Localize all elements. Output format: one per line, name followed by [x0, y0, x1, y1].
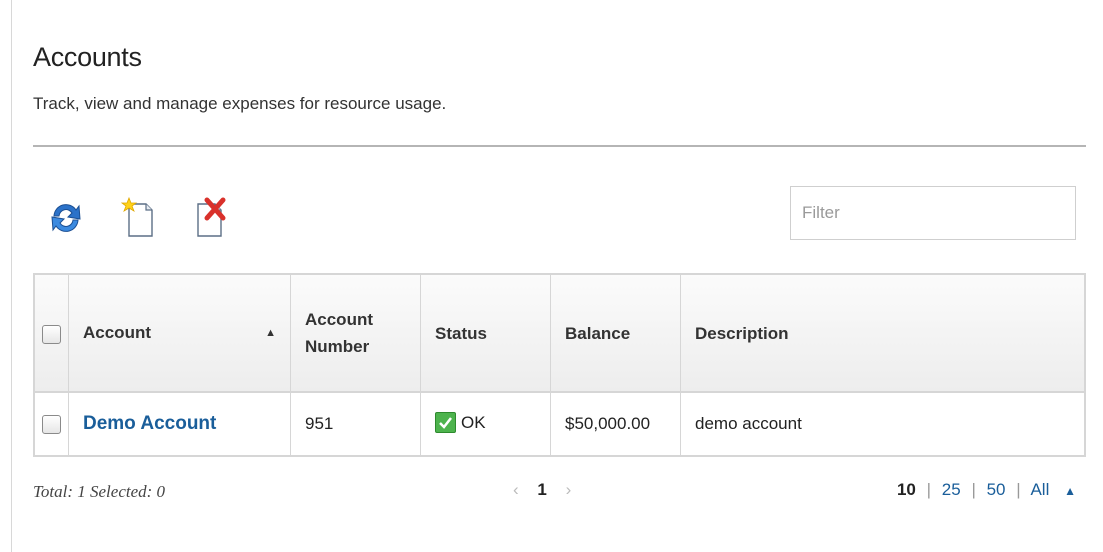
status-cell: OK	[420, 392, 551, 456]
status-text: OK	[461, 413, 486, 433]
accounts-table: Account ▲ Account Number Status Balance …	[33, 273, 1086, 457]
delete-button[interactable]	[193, 196, 229, 240]
scroll-to-top-icon[interactable]: ▲	[1064, 484, 1076, 498]
column-header-balance[interactable]: Balance	[550, 274, 681, 393]
page-title: Accounts	[33, 42, 142, 72]
column-label-account-number: Account Number	[305, 310, 373, 356]
page-size-10[interactable]: 10	[897, 480, 916, 499]
table-row: Demo Account 951 OK $50,000.00 demo acco…	[33, 392, 1085, 456]
sort-ascending-icon: ▲	[265, 327, 276, 339]
page-size-separator: |	[1016, 480, 1021, 499]
column-label-account: Account	[83, 323, 151, 342]
new-account-button[interactable]	[120, 196, 156, 240]
table-footer: Total: 1 Selected: 0 ‹ 1 › 10 | 25 | 50 …	[33, 480, 1086, 510]
page-size-50[interactable]: 50	[987, 480, 1006, 499]
select-all-cell	[33, 274, 69, 393]
current-page-number: 1	[537, 480, 547, 499]
new-account-icon	[120, 196, 156, 240]
account-number-cell: 951	[290, 392, 421, 456]
left-border-line	[11, 0, 12, 552]
filter-input[interactable]	[790, 186, 1076, 240]
table-header-row: Account ▲ Account Number Status Balance …	[33, 274, 1085, 393]
header-divider	[33, 145, 1086, 147]
page-size-separator: |	[971, 480, 976, 499]
prev-page-button[interactable]: ‹	[513, 480, 519, 499]
page-size-selector: 10 | 25 | 50 | All ▲	[897, 480, 1076, 500]
column-header-status[interactable]: Status	[420, 274, 551, 393]
balance-cell: $50,000.00	[550, 392, 681, 456]
refresh-icon	[48, 196, 84, 240]
account-link[interactable]: Demo Account	[83, 413, 216, 434]
page-size-separator: |	[926, 480, 932, 499]
column-label-status: Status	[435, 323, 487, 343]
page-subtitle: Track, view and manage expenses for reso…	[33, 94, 447, 113]
column-header-account-number[interactable]: Account Number	[290, 274, 421, 393]
page-size-25[interactable]: 25	[942, 480, 961, 499]
description-cell: demo account	[680, 392, 1085, 456]
row-select-cell	[33, 392, 69, 456]
next-page-button[interactable]: ›	[566, 480, 572, 499]
row-checkbox[interactable]	[42, 415, 61, 434]
pagination: ‹ 1 ›	[513, 480, 571, 500]
account-cell: Demo Account	[68, 392, 291, 456]
select-all-checkbox[interactable]	[42, 324, 61, 344]
column-label-balance: Balance	[565, 323, 631, 343]
column-label-description: Description	[695, 323, 789, 343]
total-selected-text: Total: 1 Selected: 0	[33, 482, 166, 501]
checkmark-icon	[435, 411, 456, 433]
column-header-account[interactable]: Account ▲	[68, 274, 291, 393]
delete-icon	[193, 196, 229, 240]
refresh-button[interactable]	[48, 196, 84, 240]
column-header-description[interactable]: Description	[680, 274, 1085, 393]
page-size-all[interactable]: All	[1030, 480, 1049, 499]
